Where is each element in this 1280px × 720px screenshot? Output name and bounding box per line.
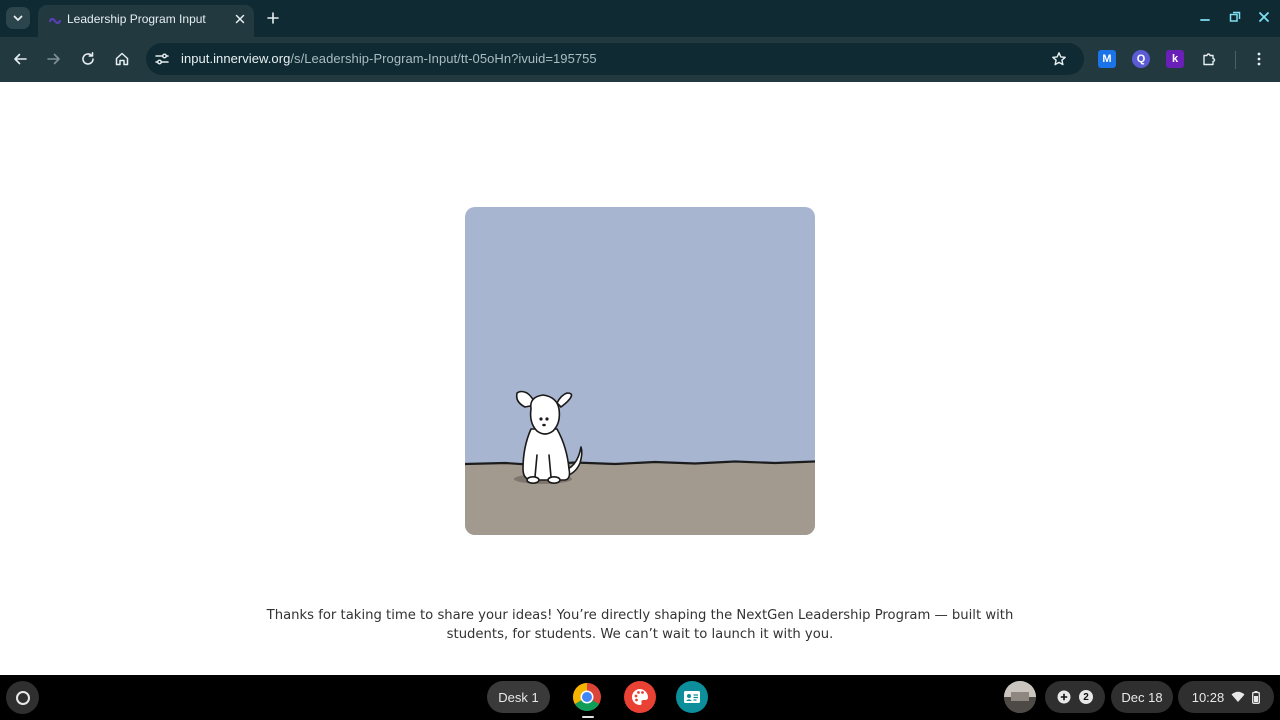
tab-strip: Leadership Program Input: [0, 0, 1280, 37]
wifi-icon: [1231, 691, 1245, 702]
dog-paw-left: [526, 475, 540, 484]
site-info-button[interactable]: [153, 50, 171, 68]
battery-icon: [1252, 690, 1261, 704]
clock-time: 10:28: [1191, 689, 1225, 705]
minimize-button[interactable]: [1197, 9, 1213, 25]
restore-button[interactable]: [1227, 9, 1243, 25]
extensions-menu-button[interactable]: [1199, 49, 1219, 69]
url-path: /s/Leadership-Program-Input/tt-05oHn?ivu…: [290, 51, 597, 66]
url-host: input.innerview.org: [181, 51, 291, 66]
avatar-photo-icon: [1004, 681, 1036, 713]
dog-eye-left: [539, 417, 543, 421]
extension-k-icon: k: [1171, 53, 1179, 65]
star-icon: [1052, 52, 1066, 66]
dog-body: [522, 428, 571, 481]
launcher-circle-icon: [15, 690, 30, 705]
new-tab-button[interactable]: [264, 9, 282, 27]
home-icon: [115, 52, 129, 66]
notification-tray[interactable]: 2: [1045, 681, 1105, 713]
chrome-icon: [573, 683, 601, 711]
id-card-icon: [684, 691, 700, 703]
arrow-left-icon: [14, 53, 27, 65]
toolbar-divider: [1235, 51, 1236, 69]
chrome-app-button[interactable]: [571, 681, 603, 713]
dog-scene-svg: [465, 390, 815, 535]
dog-illustration: [465, 207, 815, 535]
browser-menu-button[interactable]: [1249, 49, 1269, 69]
dog-paw-right: [547, 475, 561, 484]
home-button[interactable]: [112, 49, 132, 69]
forward-button[interactable]: [44, 49, 64, 69]
palette-icon: [632, 689, 648, 705]
more-vertical-icon: [1257, 52, 1261, 66]
classroom-app-button[interactable]: [676, 681, 708, 713]
canvas-app-button[interactable]: [624, 681, 656, 713]
dog-head: [529, 394, 561, 435]
arrow-right-icon: [47, 53, 60, 65]
plus-icon: [267, 12, 279, 24]
active-tab[interactable]: Leadership Program Input: [38, 5, 254, 37]
close-icon: [1259, 12, 1269, 22]
close-icon: [235, 14, 245, 24]
thank-you-line-2: students, for students. We can’t wait to…: [446, 627, 834, 642]
tab-title: Leadership Program Input: [67, 12, 206, 26]
add-circle-icon: [1057, 690, 1071, 704]
page-content: Thanks for taking time to share your ide…: [0, 82, 1280, 675]
address-bar[interactable]: input.innerview.org/s/Leadership-Program…: [146, 43, 1084, 75]
tune-icon: [155, 53, 169, 65]
thank-you-message: Thanks for taking time to share your ide…: [240, 606, 1040, 644]
reload-button[interactable]: [78, 49, 98, 69]
dog-eye-right: [545, 417, 549, 421]
browser-toolbar: input.innerview.org/s/Leadership-Program…: [0, 37, 1280, 82]
restore-icon: [1229, 11, 1241, 22]
reload-icon: [82, 52, 94, 65]
tab-close-button[interactable]: [232, 11, 248, 27]
ground: [465, 463, 815, 535]
bookmark-button[interactable]: [1050, 50, 1068, 68]
dog-figure: [515, 390, 583, 484]
chevron-down-icon: [13, 15, 23, 21]
thank-you-line-1: Thanks for taking time to share your ide…: [266, 608, 1014, 623]
extension-m-icon: M: [1102, 53, 1112, 65]
desk-button[interactable]: Desk 1: [487, 681, 550, 713]
url-text[interactable]: input.innerview.org/s/Leadership-Program…: [181, 51, 597, 66]
extension-q-icon: Q: [1136, 53, 1146, 65]
date-tray[interactable]: Dec 18: [1111, 681, 1173, 713]
dog-ear-right: [556, 392, 573, 408]
puzzle-icon: [1203, 53, 1216, 66]
extension-q-button[interactable]: Q: [1132, 50, 1150, 68]
launcher-button[interactable]: [6, 681, 39, 714]
chrome-running-indicator: [582, 716, 594, 718]
minimize-icon: [1200, 19, 1210, 21]
close-window-button[interactable]: [1256, 9, 1272, 25]
back-button[interactable]: [10, 49, 30, 69]
user-avatar[interactable]: [1004, 681, 1036, 713]
extension-k-button[interactable]: k: [1166, 50, 1184, 68]
extension-m-button[interactable]: M: [1098, 50, 1116, 68]
chromeos-shelf: Desk 1 2 Dec 18 10:28: [0, 675, 1280, 720]
notification-count-badge: 2: [1079, 690, 1093, 704]
dog-nose: [542, 423, 546, 427]
innerview-favicon-icon: [48, 17, 62, 25]
tab-search-button[interactable]: [6, 7, 30, 29]
status-tray[interactable]: 10:28: [1178, 681, 1274, 713]
